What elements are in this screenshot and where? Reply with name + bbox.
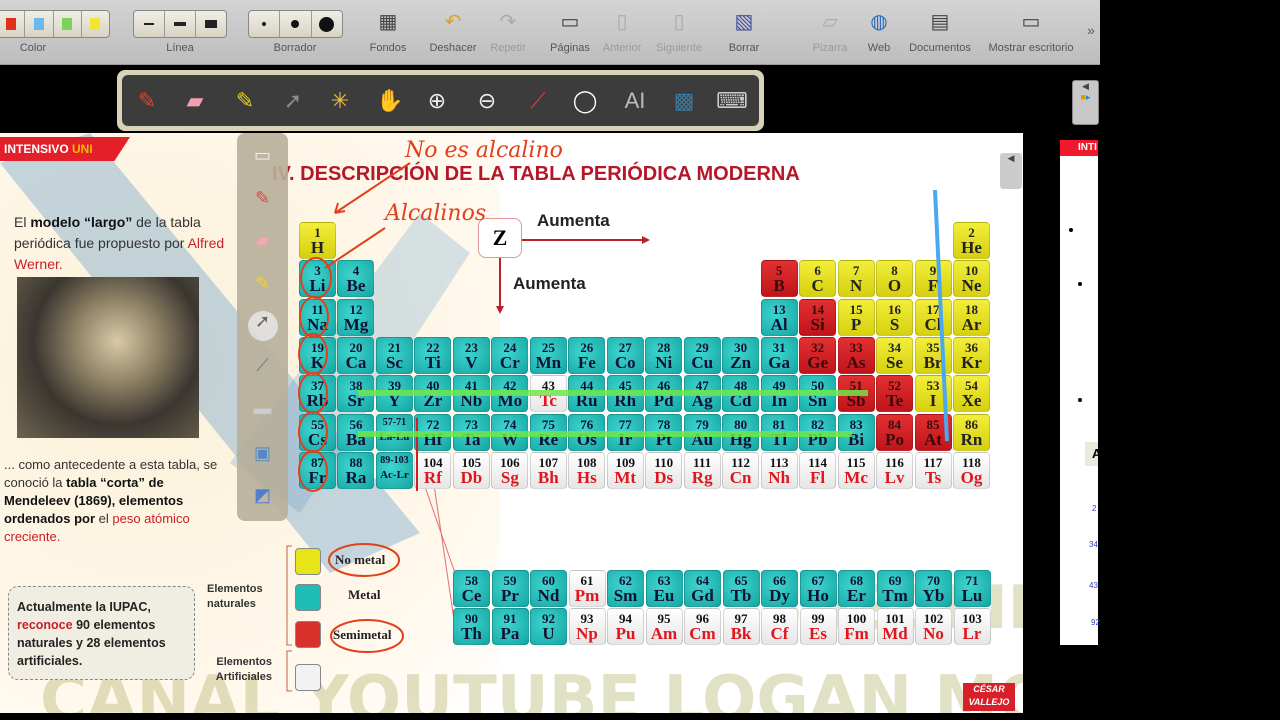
toolbar-button-label[interactable]: Páginas xyxy=(550,42,590,54)
preview-number: 34 xyxy=(1089,540,1098,549)
eraser-size-group[interactable] xyxy=(248,10,343,38)
bullet xyxy=(1078,398,1082,402)
toolbar-button-label[interactable]: Anterior xyxy=(603,42,642,54)
text-recognition-icon[interactable]: AI xyxy=(619,85,651,117)
line-label: Línea xyxy=(166,42,194,54)
eraser-medium[interactable] xyxy=(280,11,312,37)
undo-icon[interactable]: ↶ xyxy=(439,8,467,34)
zoom-out-icon[interactable]: ⊖ xyxy=(471,85,503,117)
desktop-icon[interactable]: ▭ xyxy=(1017,8,1045,34)
toolbar-button-label[interactable]: Documentos xyxy=(909,42,971,54)
pen-icon[interactable]: ✎ xyxy=(131,85,163,117)
previous-icon[interactable]: ▯ xyxy=(608,8,636,34)
side-panel-toggle[interactable]: ◀ ■▸ xyxy=(1072,80,1099,125)
color-picker-icon[interactable]: ⟋ xyxy=(522,85,554,117)
keyboard-icon[interactable]: ⌨ xyxy=(716,85,748,117)
globe-icon[interactable]: ◍ xyxy=(865,8,893,34)
color-swatch-red[interactable] xyxy=(0,11,26,37)
redo-icon[interactable]: ↷ xyxy=(494,8,522,34)
zoom-in-icon[interactable]: ⊕ xyxy=(421,85,453,117)
eraser-label: Borrador xyxy=(273,42,317,54)
overflow-chevron-icon[interactable]: » xyxy=(1087,22,1095,38)
preview-number: 43 xyxy=(1089,581,1098,590)
toolbar-button-label[interactable]: Fondos xyxy=(370,42,407,54)
line-width-group[interactable] xyxy=(133,10,227,38)
line-thin[interactable] xyxy=(134,11,165,37)
next-page-preview[interactable]: INTI A 2 34 43 92 xyxy=(1060,140,1101,645)
line-medium[interactable] xyxy=(165,11,196,37)
backgrounds-icon[interactable]: ▦ xyxy=(374,8,402,34)
floating-tools-bar: ✎ ▰ ✎ ➚ ✳ ✋ ⊕ ⊖ ⟋ ◯ AI ▩ ⌨ xyxy=(117,70,764,131)
toolbar-button-label[interactable]: Deshacer xyxy=(429,42,476,54)
collapse-arrow-icon: ◀ xyxy=(1082,81,1089,91)
next-icon[interactable]: ▯ xyxy=(665,8,693,34)
preview-number: 2 xyxy=(1092,504,1097,513)
preview-header: A xyxy=(1085,442,1101,466)
preview-number: 92 xyxy=(1091,618,1100,627)
hand-icon[interactable]: ✋ xyxy=(374,85,406,117)
slide-side-panel-toggle[interactable]: ◀ xyxy=(1000,153,1022,189)
toolbar-button-label[interactable]: Repetir xyxy=(490,42,525,54)
highlighter-icon[interactable]: ✎ xyxy=(229,85,261,117)
ink-annotations xyxy=(298,162,949,653)
slide-canvas[interactable]: SUSCRIBETE A: CANAL YOUTUBE LOGAN MOTUS … xyxy=(0,133,1023,713)
eraser-large[interactable] xyxy=(312,11,342,37)
toolbar-button-label[interactable]: Mostrar escritorio xyxy=(989,42,1074,54)
screen-icon[interactable]: ▩ xyxy=(668,85,700,117)
color-swatch-yellow[interactable] xyxy=(82,11,109,37)
eraser-icon[interactable]: ▰ xyxy=(179,85,211,117)
laser-icon[interactable]: ✳ xyxy=(324,85,356,117)
pages-icon[interactable]: ▭ xyxy=(556,8,584,34)
bullet xyxy=(1078,282,1082,286)
toolbar-button-label[interactable]: Siguiente xyxy=(656,42,702,54)
color-label: Color xyxy=(19,42,47,54)
color-swatch-blue[interactable] xyxy=(25,11,54,37)
toolbar-button-label[interactable]: Web xyxy=(868,42,890,54)
color-picker-group[interactable] xyxy=(0,10,110,38)
main-toolbar: Color Línea Borrador ▦ Fondos ↶ Deshacer ↷ Re… xyxy=(0,0,1100,65)
line-width-icon[interactable]: ◯ xyxy=(569,85,601,117)
line-thick[interactable] xyxy=(196,11,226,37)
toolbar-button-label[interactable]: Pizarra xyxy=(813,42,848,54)
color-swatch-green[interactable] xyxy=(54,11,82,37)
bullet xyxy=(1069,228,1073,232)
folder-icon[interactable]: ▤ xyxy=(926,8,954,34)
clear-icon[interactable]: ▧ xyxy=(730,8,758,34)
board-icon[interactable]: ▱ xyxy=(816,8,844,34)
preview-banner: INTI xyxy=(1060,140,1098,156)
pointer-icon[interactable]: ➚ xyxy=(277,85,309,117)
eraser-small[interactable] xyxy=(249,11,281,37)
toolbar-button-label[interactable]: Borrar xyxy=(729,42,760,54)
